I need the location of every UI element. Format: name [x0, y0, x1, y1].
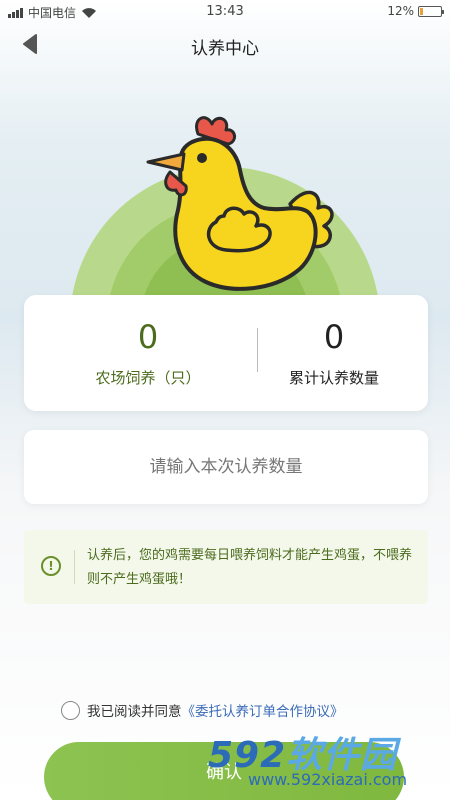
agreement-checkbox[interactable] [61, 700, 80, 720]
farm-count-value: 0 [137, 318, 159, 356]
notice-text: 认养后，您的鸡需要每日喂养饲料才能产生鸡蛋，不喂养则不产生鸡蛋哦！ [87, 548, 413, 587]
battery-percent: 12% [387, 4, 414, 18]
status-time: 13:43 [206, 4, 244, 19]
adopt-quantity-input[interactable] [24, 430, 428, 504]
status-bar: 中国电信 13:43 12% [0, 0, 450, 22]
status-right: 12% [387, 4, 444, 18]
hen-illustration [146, 116, 334, 291]
agreement-link[interactable]: 《委托认养订单合作协议》 [182, 700, 344, 720]
agreement-text: 我已阅读并同意 [87, 704, 182, 720]
watermark-site: www.592xiazai.com [248, 770, 408, 789]
farm-count-label: 农场饲养（只） [95, 369, 201, 387]
watermark: 592软件园 www.592xiazai.com [208, 726, 438, 792]
notice-box: ! 认养后，您的鸡需要每日喂养饲料才能产生鸡蛋，不喂养则不产生鸡蛋哦！ [24, 530, 428, 604]
total-adopted-value: 0 [323, 318, 345, 356]
total-adopted-stat: 0 累计认养数量 [234, 319, 434, 388]
stats-card: 0 农场饲养（只） 0 累计认养数量 [24, 295, 428, 411]
farm-count-stat: 0 农场饲养（只） [40, 319, 256, 388]
nav-bar: 认养中心 [0, 28, 450, 62]
exclamation-circle-icon: ! [41, 556, 61, 576]
total-adopted-label: 累计认养数量 [288, 369, 379, 387]
page-title: 认养中心 [191, 39, 259, 59]
battery-icon [418, 5, 444, 17]
agreement-row: 我已阅读并同意 《委托认养订单合作协议》 [61, 700, 344, 720]
adopt-quantity-card [24, 430, 428, 504]
notice-divider [74, 550, 75, 584]
